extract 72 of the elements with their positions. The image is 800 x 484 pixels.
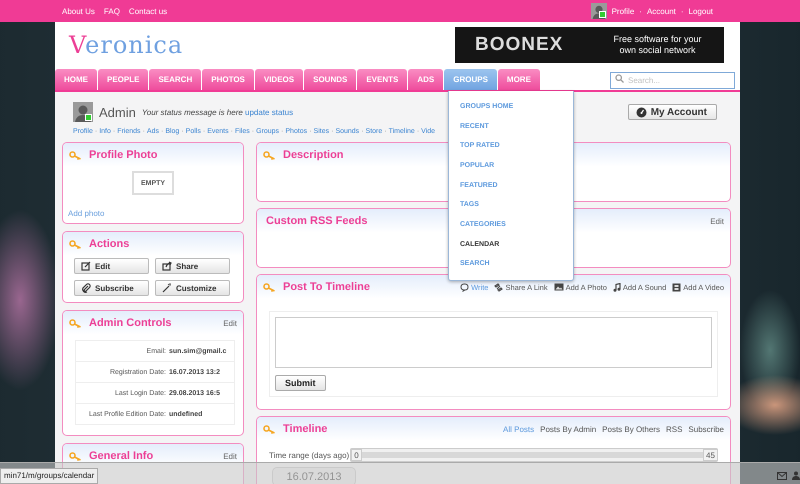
panel-title: Actions (89, 238, 130, 250)
key-icon (69, 150, 82, 160)
key-icon (263, 150, 276, 160)
key-icon (263, 424, 276, 434)
submit-button[interactable]: Submit (275, 375, 326, 391)
advertisement-banner[interactable]: BOONEX Free software for your own social network (455, 27, 724, 63)
dashboard-icon (636, 106, 647, 118)
film-icon (672, 282, 682, 292)
link-url-tooltip: min71/m/groups/calendar (0, 468, 98, 484)
edit-button[interactable]: Edit (74, 258, 149, 274)
range-slider[interactable]: 0 45 (350, 448, 718, 462)
timeline-filter-link[interactable]: Subscribe (688, 424, 724, 434)
profile-name: Admin (99, 104, 136, 120)
panel-title: Custom RSS Feeds (266, 215, 368, 227)
user-link[interactable]: Account (646, 6, 676, 16)
nav-tab[interactable]: ADS (408, 69, 444, 90)
panel-title: Post To Timeline (283, 281, 370, 293)
panel-title: Timeline (283, 423, 328, 435)
link-icon (494, 282, 504, 292)
nav-tab[interactable]: SOUNDS (304, 69, 356, 90)
nav-tab[interactable]: GROUPS (444, 69, 497, 90)
key-icon (263, 282, 276, 292)
panel-title: Profile Photo (89, 149, 158, 161)
customize-button[interactable]: Customize (155, 280, 230, 296)
slider-handle[interactable]: 0 (351, 449, 362, 461)
nav-tab[interactable]: HOME (55, 69, 97, 90)
paperclip-icon (81, 283, 91, 293)
panel-title: General Info (89, 450, 154, 462)
envelope-icon[interactable] (777, 472, 787, 480)
timeline-filter-link[interactable]: All Posts (503, 424, 534, 434)
range-label: Time range (days ago) (269, 450, 350, 460)
top-link[interactable]: FAQ (104, 6, 120, 16)
edit-link[interactable]: Edit (223, 452, 237, 460)
top-link[interactable]: About Us (62, 6, 95, 16)
nav-tab[interactable]: PEOPLE (98, 69, 148, 90)
nav-tab[interactable]: PHOTOS (202, 69, 254, 90)
site-logo[interactable]: Veronica (69, 31, 184, 59)
share-button[interactable]: Share (155, 258, 230, 274)
my-account-button[interactable]: My Account (628, 104, 717, 120)
edit-link[interactable]: Edit (710, 216, 724, 226)
separator: · (680, 6, 684, 16)
share-icon (162, 261, 172, 271)
user-link[interactable]: Profile (612, 6, 634, 16)
panel-title: Admin Controls (89, 317, 172, 329)
music-note-icon (612, 282, 621, 292)
timeline-filter-link[interactable]: RSS (666, 424, 682, 434)
person-icon[interactable] (792, 471, 800, 480)
date-label: 16.07.2013 (272, 467, 356, 484)
nav-tab[interactable]: MORE (498, 69, 540, 90)
speech-bubble-icon (460, 282, 470, 292)
subscribe-button[interactable]: Subscribe (74, 280, 149, 296)
nav-tab[interactable]: VIDEOS (254, 69, 304, 90)
edit-link[interactable]: Edit (223, 318, 237, 328)
status-message: Your status message is here update status (142, 108, 294, 116)
slider-handle[interactable]: 45 (703, 449, 718, 461)
add-photo-link[interactable]: Add photo (68, 209, 235, 218)
wand-icon (162, 283, 172, 293)
pencil-square-icon (81, 261, 91, 271)
timeline-filter-link[interactable]: Posts By Others (602, 424, 660, 434)
user-link[interactable]: Logout (688, 6, 713, 16)
top-link[interactable]: Contact us (128, 6, 168, 16)
search-field[interactable]: Search... (610, 72, 735, 89)
key-icon (69, 318, 82, 328)
nav-tab[interactable]: EVENTS (357, 69, 408, 90)
image-icon (554, 283, 564, 291)
panel-title: Description (283, 149, 344, 161)
separator: · (639, 6, 642, 16)
nav-tab[interactable]: SEARCH (149, 69, 202, 90)
update-status-link[interactable]: update status (245, 108, 294, 116)
key-icon (69, 452, 82, 460)
timeline-filter-link[interactable]: Posts By Admin (540, 424, 596, 434)
key-icon (69, 240, 82, 248)
